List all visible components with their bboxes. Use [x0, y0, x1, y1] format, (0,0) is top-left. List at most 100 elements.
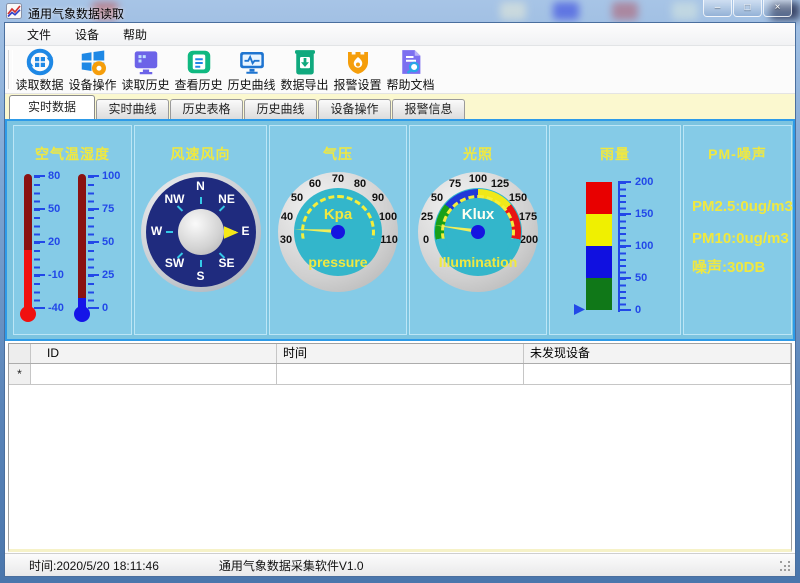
direction-label-e: E [234, 224, 258, 238]
toolbar-label: 读取历史 [121, 76, 169, 93]
humidity-scale: 100 75 50 25 0 [88, 176, 122, 308]
panel-title: 气压 [270, 144, 406, 164]
pressure-gauge: 30 40 50 60 70 80 90 100 110 Kpa pressur… [278, 172, 398, 292]
grid-header-row: ID 时间 未发现设备 [9, 344, 791, 364]
gauge-hub [331, 225, 345, 239]
scale-label: 200 [635, 176, 653, 188]
scale-label: 50 [635, 272, 647, 284]
minimize-button[interactable]: – [703, 0, 732, 17]
wind-compass: N NE E SE S SW W NW [141, 172, 261, 292]
menu-item-help[interactable]: 帮助 [111, 23, 159, 46]
panel-air-temp-humidity: 空气温湿度 80 50 20 -10 -40 [13, 125, 132, 335]
rain-segment-yellow [586, 214, 612, 246]
column-header-id[interactable]: ID [31, 344, 277, 363]
direction-label-n: N [189, 179, 213, 193]
scale-label: 75 [102, 203, 114, 215]
thermometer-tube [24, 174, 32, 312]
gauge-scale-label: 75 [443, 178, 467, 190]
cell-id[interactable] [31, 364, 277, 385]
toolbar-label: 读取数据 [15, 76, 63, 93]
temperature-scale: 80 50 20 -10 -40 [34, 176, 68, 308]
gauge-scale-label: 70 [326, 173, 350, 185]
thermometer-tube [78, 174, 86, 312]
column-header-device-status[interactable]: 未发现设备 [524, 344, 791, 363]
panel-title: 光照 [410, 144, 546, 164]
history-curve-button[interactable]: 历史曲线 [225, 47, 278, 93]
tab-device-operation[interactable]: 设备操作 [318, 99, 391, 119]
tab-history-curve[interactable]: 历史曲线 [244, 99, 317, 119]
view-history-button[interactable]: 查看历史 [172, 47, 225, 93]
direction-label-w: W [145, 224, 169, 238]
panel-title: 雨量 [550, 144, 680, 164]
cell-device[interactable] [524, 364, 791, 385]
glass-blur-decoration [500, 2, 526, 20]
rain-segment-green [586, 278, 612, 310]
tab-realtime-data[interactable]: 实时数据 [9, 95, 95, 119]
titlebar[interactable]: 通用气象数据读取 – □ × [0, 0, 800, 22]
maximize-button[interactable]: □ [733, 0, 762, 17]
read-data-button[interactable]: 读取数据 [13, 47, 66, 93]
gauge-unit: Kpa [278, 206, 398, 223]
scale-label: 50 [48, 203, 60, 215]
gauge-scale-label: 125 [488, 178, 512, 190]
thermometer-fill [24, 250, 32, 312]
new-row-marker: * [9, 364, 31, 385]
toolbar: 读取数据 设备操作 [5, 46, 795, 94]
direction-label-se: SE [215, 256, 239, 270]
glass-blur-decoration [553, 2, 579, 20]
panel-title: 风速风向 [135, 144, 266, 164]
gauge-scale-label: 80 [348, 178, 372, 190]
menu-item-device[interactable]: 设备 [63, 23, 111, 46]
gauge-scale-label: 100 [466, 173, 490, 185]
compass-hub [178, 209, 224, 255]
tab-alarm-info[interactable]: 报警信息 [392, 99, 465, 119]
tab-history-table[interactable]: 历史表格 [170, 99, 243, 119]
device-gear-icon [78, 47, 108, 77]
scale-label: 100 [102, 170, 120, 182]
menu-item-file[interactable]: 文件 [15, 23, 63, 46]
app-icon [6, 3, 22, 24]
scale-label: 0 [102, 302, 108, 314]
tab-realtime-curve[interactable]: 实时曲线 [96, 99, 169, 119]
status-app-name: 通用气象数据采集软件V1.0 [219, 557, 364, 574]
rain-level-pointer [574, 304, 585, 315]
document-view-icon [184, 47, 214, 77]
glass-blur-decoration [672, 2, 698, 20]
column-header-time[interactable]: 时间 [277, 344, 524, 363]
rain-segment-red [586, 182, 612, 214]
toolbar-label: 帮助文档 [386, 76, 434, 93]
help-doc-icon [396, 47, 426, 77]
close-button[interactable]: × [763, 0, 792, 17]
scale-label: 80 [48, 170, 60, 182]
direction-label-sw: SW [163, 256, 187, 270]
data-export-button[interactable]: 数据导出 [278, 47, 331, 93]
help-document-button[interactable]: 帮助文档 [384, 47, 437, 93]
scale-label: -10 [48, 269, 64, 281]
rain-segment-blue [586, 246, 612, 278]
toolbar-label: 历史曲线 [227, 76, 275, 93]
scale-label: 100 [635, 240, 653, 252]
toolbar-label: 数据导出 [280, 76, 328, 93]
device-grid[interactable]: ID 时间 未发现设备 * [9, 344, 791, 385]
alarm-settings-button[interactable]: 报警设置 [331, 47, 384, 93]
humidity-thermometer: 100 75 50 25 0 [76, 174, 122, 334]
row-selector-header [9, 344, 31, 363]
cell-time[interactable] [277, 364, 524, 385]
read-history-button[interactable]: 读取历史 [119, 47, 172, 93]
gauge-unit: Klux [418, 206, 538, 223]
resize-grip[interactable] [780, 561, 792, 573]
window-title: 通用气象数据读取 [28, 5, 124, 22]
table-row[interactable]: * [9, 364, 791, 385]
panel-illumination: 光照 0 25 50 75 100 125 150 175 200 Kl [409, 125, 547, 335]
export-icon [290, 47, 320, 77]
panel-title: PM-噪声 [684, 144, 791, 164]
realtime-dashboard: 空气温湿度 80 50 20 -10 -40 [5, 119, 795, 341]
scale-label: 0 [635, 304, 641, 316]
statusbar: 时间:2020/5/20 18:11:46 通用气象数据采集软件V1.0 [5, 553, 795, 576]
status-time: 时间:2020/5/20 18:11:46 [29, 557, 159, 574]
panel-rain: 雨量 200 150 100 50 [549, 125, 681, 335]
direction-label-ne: NE [215, 192, 239, 206]
scale-label: 25 [102, 269, 114, 281]
tabstrip: 实时数据 实时曲线 历史表格 历史曲线 设备操作 报警信息 [5, 94, 795, 119]
device-operation-button[interactable]: 设备操作 [66, 47, 119, 93]
